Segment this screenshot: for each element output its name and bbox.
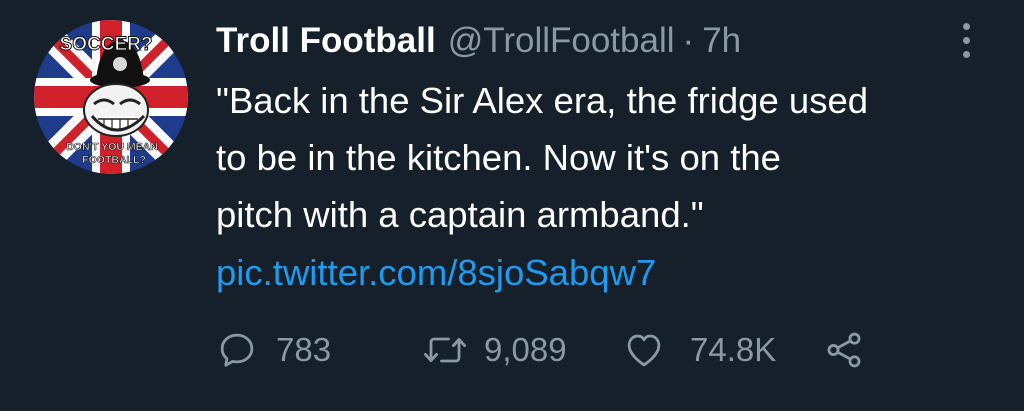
more-dot-icon	[962, 50, 970, 58]
like-count: 74.8K	[690, 331, 777, 368]
tweet-text-line: "Back in the Sir Alex era, the fridge us…	[216, 80, 869, 121]
tweet-actions: 783 9,089 74.8K	[216, 324, 916, 376]
retweet-count: 9,089	[484, 331, 567, 368]
tweet[interactable]: SOCCER? DON'T YOU MEAN FOOTBALL? Troll F…	[0, 0, 1024, 411]
reply-icon	[216, 329, 258, 371]
avatar-top-text: SOCCER?	[60, 34, 153, 55]
avatar-image: SOCCER? DON'T YOU MEAN FOOTBALL?	[34, 20, 188, 174]
user-handle[interactable]: @TrollFootball	[448, 21, 675, 61]
avatar[interactable]: SOCCER? DON'T YOU MEAN FOOTBALL?	[34, 20, 188, 174]
tweet-media-link[interactable]: pic.twitter.com/8sjoSabqw7	[216, 244, 656, 301]
tweet-text-line: pitch with a captain armband."	[216, 194, 704, 235]
tweet-text: "Back in the Sir Alex era, the fridge us…	[216, 72, 1006, 243]
more-options-button[interactable]	[952, 18, 980, 62]
reply-button[interactable]: 783	[216, 324, 331, 376]
reply-count: 783	[276, 331, 332, 368]
retweet-button[interactable]: 9,089	[422, 324, 567, 376]
avatar-bottom-text-1: DON'T YOU MEAN	[66, 141, 158, 153]
heart-icon	[622, 329, 666, 371]
tweet-text-line: to be in the kitchen. Now it's on the	[216, 137, 781, 178]
tweet-header: Troll Football @TrollFootball · 7h	[216, 18, 741, 64]
display-name[interactable]: Troll Football	[216, 21, 436, 61]
share-button[interactable]	[822, 324, 866, 376]
avatar-bottom-text-2: FOOTBALL?	[82, 154, 146, 166]
more-dot-icon	[962, 22, 970, 30]
retweet-icon	[422, 329, 468, 371]
share-icon	[822, 329, 866, 371]
separator-dot: ·	[682, 21, 695, 60]
timestamp[interactable]: 7h	[702, 21, 741, 61]
like-button[interactable]: 74.8K	[622, 324, 776, 376]
more-dot-icon	[962, 36, 970, 44]
